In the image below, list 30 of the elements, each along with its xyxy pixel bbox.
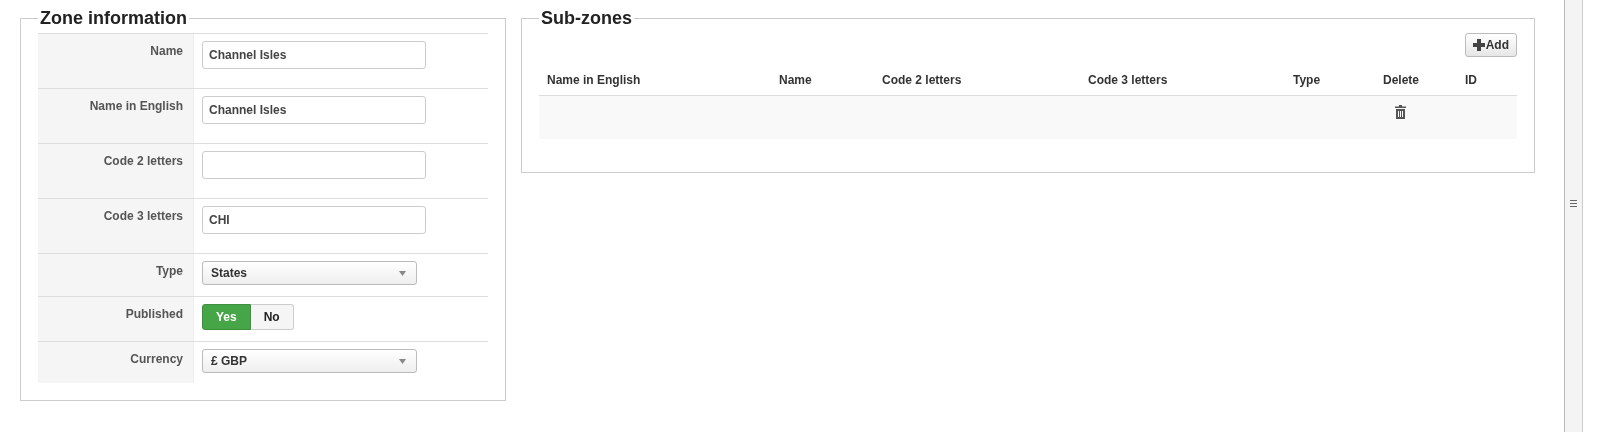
column-header: Delete (1383, 73, 1420, 87)
caret-icon (399, 358, 406, 364)
panel-title: Zone information (39, 8, 188, 29)
select-field[interactable]: £ GBP (202, 349, 417, 373)
field-label: Currency (130, 352, 183, 366)
field-label: Code 3 letters (103, 209, 183, 223)
text-field[interactable] (202, 151, 426, 179)
column-header: Code 3 letters (1088, 73, 1168, 87)
trash-icon[interactable] (1395, 105, 1406, 119)
column-header: Code 2 letters (882, 73, 962, 87)
field-label: Published (125, 307, 183, 321)
field-label: Type (155, 264, 183, 278)
add-button[interactable]: Add (1464, 33, 1517, 57)
field-label: Code 2 letters (103, 154, 183, 168)
scrollbar[interactable] (1564, 0, 1583, 432)
grip-icon (1570, 200, 1577, 207)
caret-icon (399, 270, 406, 276)
text-field[interactable]: CHI (202, 206, 426, 234)
plus-icon (1472, 39, 1485, 51)
field-label: Name in English (89, 99, 183, 113)
column-header: Name in English (547, 73, 641, 87)
field-label: Name (150, 44, 183, 58)
select-field[interactable]: States (202, 261, 417, 285)
text-field[interactable]: Channel Isles (202, 41, 426, 69)
text-field[interactable]: Channel Isles (202, 96, 426, 124)
column-header: Type (1293, 73, 1321, 87)
column-header: Name (779, 73, 812, 87)
toggle-option[interactable]: No (250, 304, 294, 330)
column-header: ID (1465, 73, 1477, 87)
panel-title: Sub-zones (540, 8, 633, 29)
